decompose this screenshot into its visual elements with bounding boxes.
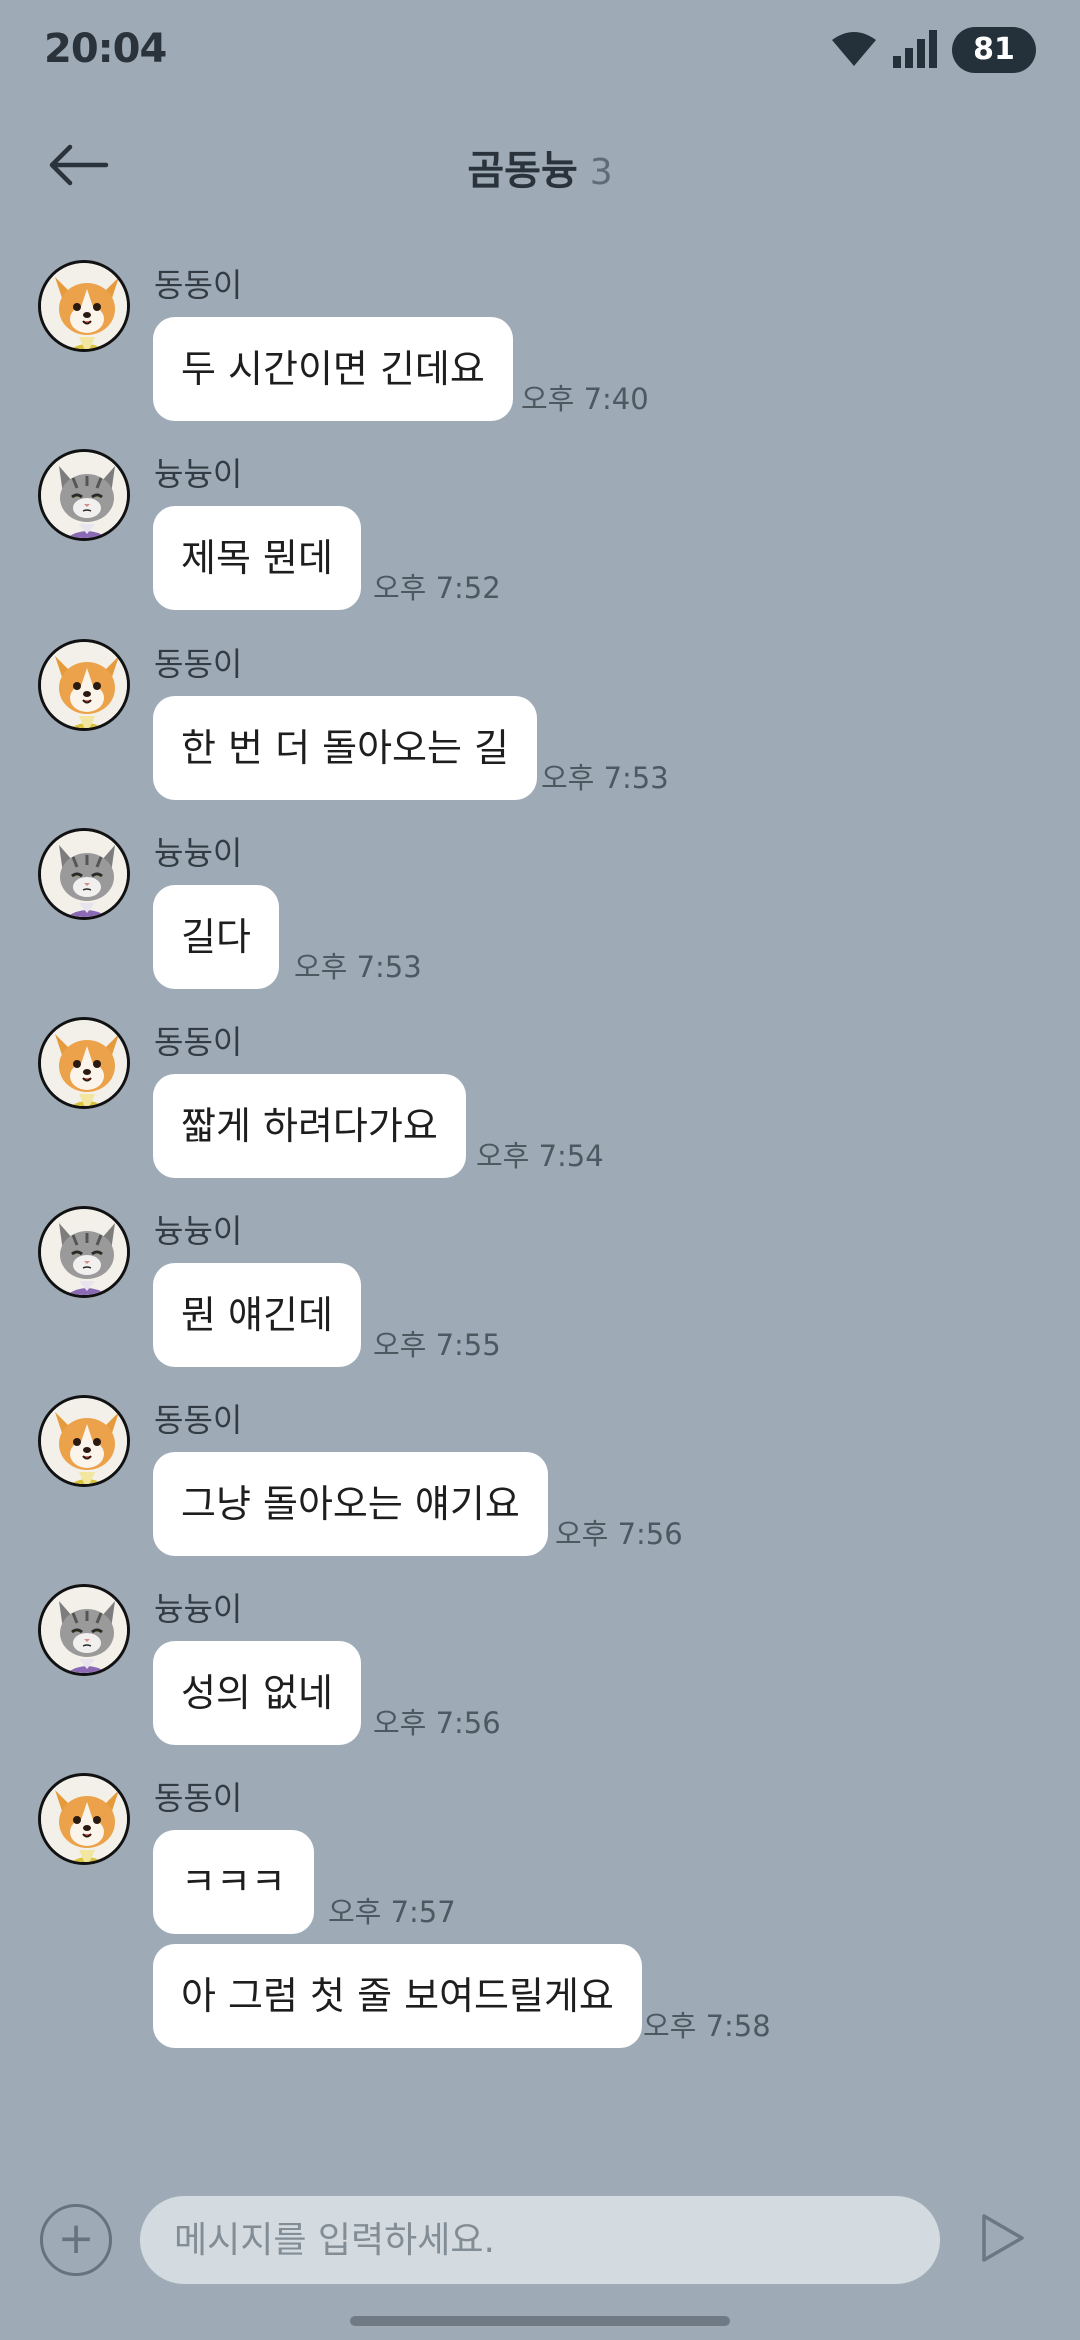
cat-avatar-icon bbox=[41, 452, 130, 541]
message-time: 오후 7:56 bbox=[555, 1517, 683, 1551]
chat-header: 곰동늉 3 bbox=[0, 110, 1080, 220]
avatar-dong[interactable] bbox=[38, 1017, 130, 1109]
avatar-dong[interactable] bbox=[38, 639, 130, 731]
message-bubble[interactable]: 두 시간이면 긴데요 bbox=[153, 317, 513, 421]
chat-title-group: 곰동늉 3 bbox=[0, 138, 1080, 196]
message-bubble[interactable]: 그냥 돌아오는 얘기요 bbox=[153, 1452, 548, 1556]
cat-avatar-icon bbox=[41, 1209, 130, 1298]
message-time: 오후 7:55 bbox=[373, 1328, 501, 1362]
avatar-dong[interactable] bbox=[38, 260, 130, 352]
dog-avatar-icon bbox=[41, 1398, 130, 1487]
message-time: 오후 7:54 bbox=[476, 1139, 604, 1173]
dog-avatar-icon bbox=[41, 263, 130, 352]
cat-avatar-icon bbox=[41, 831, 130, 920]
dog-avatar-icon bbox=[41, 642, 130, 731]
avatar-nyung[interactable] bbox=[38, 828, 130, 920]
attach-plus-button[interactable]: + bbox=[40, 2204, 112, 2276]
sender-name: 동동이 bbox=[154, 645, 243, 683]
message-time: 오후 7:53 bbox=[541, 761, 669, 795]
status-time: 20:04 bbox=[44, 26, 167, 72]
message-bubble[interactable]: 길다 bbox=[153, 885, 279, 989]
wifi-icon bbox=[832, 32, 876, 66]
message-input-bar: + bbox=[0, 2180, 1080, 2300]
avatar-nyung[interactable] bbox=[38, 449, 130, 541]
home-indicator bbox=[350, 2316, 730, 2326]
message-time: 오후 7:52 bbox=[373, 571, 501, 605]
sender-name: 동동이 bbox=[154, 1401, 243, 1439]
dog-avatar-icon bbox=[41, 1776, 130, 1865]
avatar-nyung[interactable] bbox=[38, 1206, 130, 1298]
message-time: 오후 7:56 bbox=[373, 1706, 501, 1740]
message-input[interactable] bbox=[140, 2196, 940, 2284]
signal-icon bbox=[893, 30, 937, 68]
message-time: 오후 7:57 bbox=[328, 1895, 456, 1929]
message-bubble[interactable]: 한 번 더 돌아오는 길 bbox=[153, 696, 537, 800]
battery-indicator: 81 bbox=[952, 27, 1036, 73]
sender-name: 동동이 bbox=[154, 266, 243, 304]
sender-name: 동동이 bbox=[154, 1779, 243, 1817]
cat-avatar-icon bbox=[41, 1587, 130, 1676]
sender-name: 늉늉이 bbox=[154, 1212, 243, 1250]
dog-avatar-icon bbox=[41, 1020, 130, 1109]
sender-name: 늉늉이 bbox=[154, 834, 243, 872]
avatar-dong[interactable] bbox=[38, 1773, 130, 1865]
sender-name: 늉늉이 bbox=[154, 455, 243, 493]
chat-title: 곰동늉 bbox=[467, 148, 578, 194]
message-bubble[interactable]: 아 그럼 첫 줄 보여드릴게요 bbox=[153, 1944, 642, 2048]
sender-name: 동동이 bbox=[154, 1023, 243, 1061]
message-bubble[interactable]: 성의 없네 bbox=[153, 1641, 361, 1745]
message-time: 오후 7:58 bbox=[643, 2009, 771, 2043]
send-icon[interactable] bbox=[980, 2212, 1026, 2264]
avatar-dong[interactable] bbox=[38, 1395, 130, 1487]
message-bubble[interactable]: 뭔 얘긴데 bbox=[153, 1263, 361, 1367]
message-bubble[interactable]: ㅋㅋㅋ bbox=[153, 1830, 314, 1934]
message-time: 오후 7:40 bbox=[521, 382, 649, 416]
message-bubble[interactable]: 제목 뭔데 bbox=[153, 506, 361, 610]
message-time: 오후 7:53 bbox=[294, 950, 422, 984]
status-bar: 20:04 81 bbox=[0, 0, 1080, 100]
avatar-nyung[interactable] bbox=[38, 1584, 130, 1676]
sender-name: 늉늉이 bbox=[154, 1590, 243, 1628]
member-count: 3 bbox=[589, 152, 613, 193]
message-bubble[interactable]: 짧게 하려다가요 bbox=[153, 1074, 466, 1178]
